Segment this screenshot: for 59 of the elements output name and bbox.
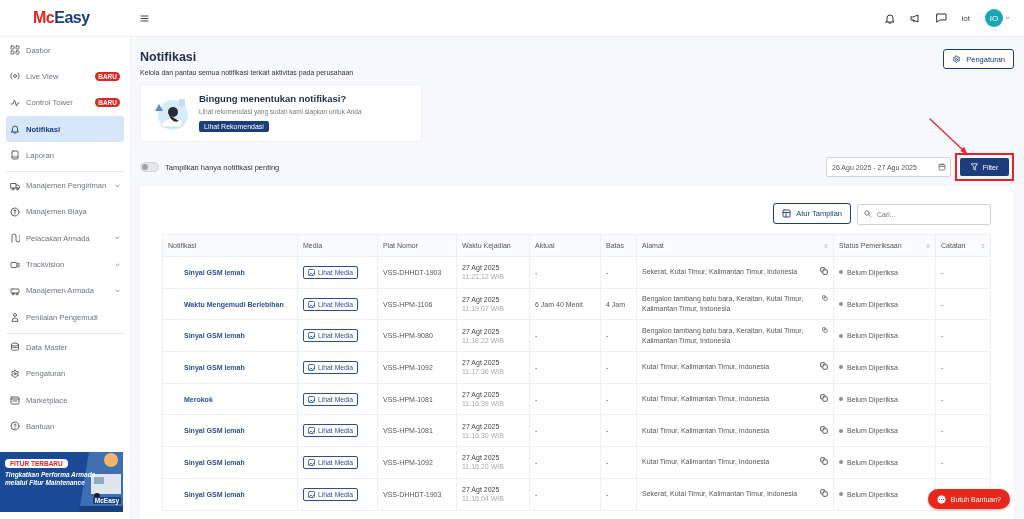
settings-icon xyxy=(952,54,962,64)
nav-icon xyxy=(10,206,20,217)
nav-icon xyxy=(10,150,20,161)
status-dot xyxy=(839,333,843,338)
nav-icon xyxy=(10,180,20,191)
image-icon xyxy=(308,395,315,403)
image-icon xyxy=(308,332,315,340)
filter-icon xyxy=(970,163,978,171)
copy-icon[interactable] xyxy=(822,325,828,334)
nav-icon xyxy=(10,45,20,56)
status-dot xyxy=(839,428,843,433)
calendar-icon xyxy=(938,163,946,171)
status-dot xyxy=(839,460,843,465)
nav-icon xyxy=(10,97,20,108)
copy-icon[interactable] xyxy=(820,362,828,371)
nav-icon xyxy=(10,285,20,296)
chevron-icon xyxy=(115,262,120,267)
menu-icon[interactable] xyxy=(140,14,149,22)
layout-icon xyxy=(782,209,792,218)
nav-icon xyxy=(10,71,20,82)
copy-icon[interactable] xyxy=(822,294,828,303)
image-icon xyxy=(308,268,315,276)
status-dot xyxy=(839,270,843,275)
copy-icon[interactable] xyxy=(820,489,828,498)
nav-icon xyxy=(10,312,20,323)
search-icon xyxy=(864,210,871,217)
status-dot xyxy=(839,365,843,370)
megaphone-icon[interactable] xyxy=(909,13,921,23)
nav-icon xyxy=(10,395,20,405)
nav-icon xyxy=(10,368,20,379)
chevron-icon xyxy=(115,288,120,293)
chat-icon[interactable] xyxy=(935,13,947,23)
nav-icon xyxy=(10,124,20,135)
bell-icon[interactable] xyxy=(884,12,895,24)
user-name: iot xyxy=(961,13,970,23)
toggle-switch[interactable] xyxy=(140,162,159,172)
chevron-icon xyxy=(115,183,120,188)
nav-icon xyxy=(10,342,20,353)
image-icon xyxy=(308,458,315,466)
copy-icon[interactable] xyxy=(820,425,828,434)
image-icon xyxy=(308,300,315,308)
card-title: Bingung menentukan notifikasi? xyxy=(199,93,348,104)
status-dot xyxy=(839,492,843,497)
nav-icon xyxy=(10,259,20,270)
status-dot xyxy=(839,302,843,307)
nav-icon xyxy=(10,233,20,244)
chevron-icon xyxy=(115,236,120,241)
copy-icon[interactable] xyxy=(820,457,828,466)
copy-icon[interactable] xyxy=(820,267,828,276)
chat-icon xyxy=(936,494,946,504)
copy-icon[interactable] xyxy=(820,394,828,403)
nav-icon xyxy=(10,421,20,432)
status-dot xyxy=(839,397,843,402)
image-icon xyxy=(308,490,315,498)
logo: McEasy xyxy=(32,9,91,27)
caret-icon[interactable] xyxy=(1005,16,1010,20)
page-title: Notifikasi xyxy=(140,50,198,64)
image-icon xyxy=(308,363,315,371)
image-icon xyxy=(308,427,315,435)
